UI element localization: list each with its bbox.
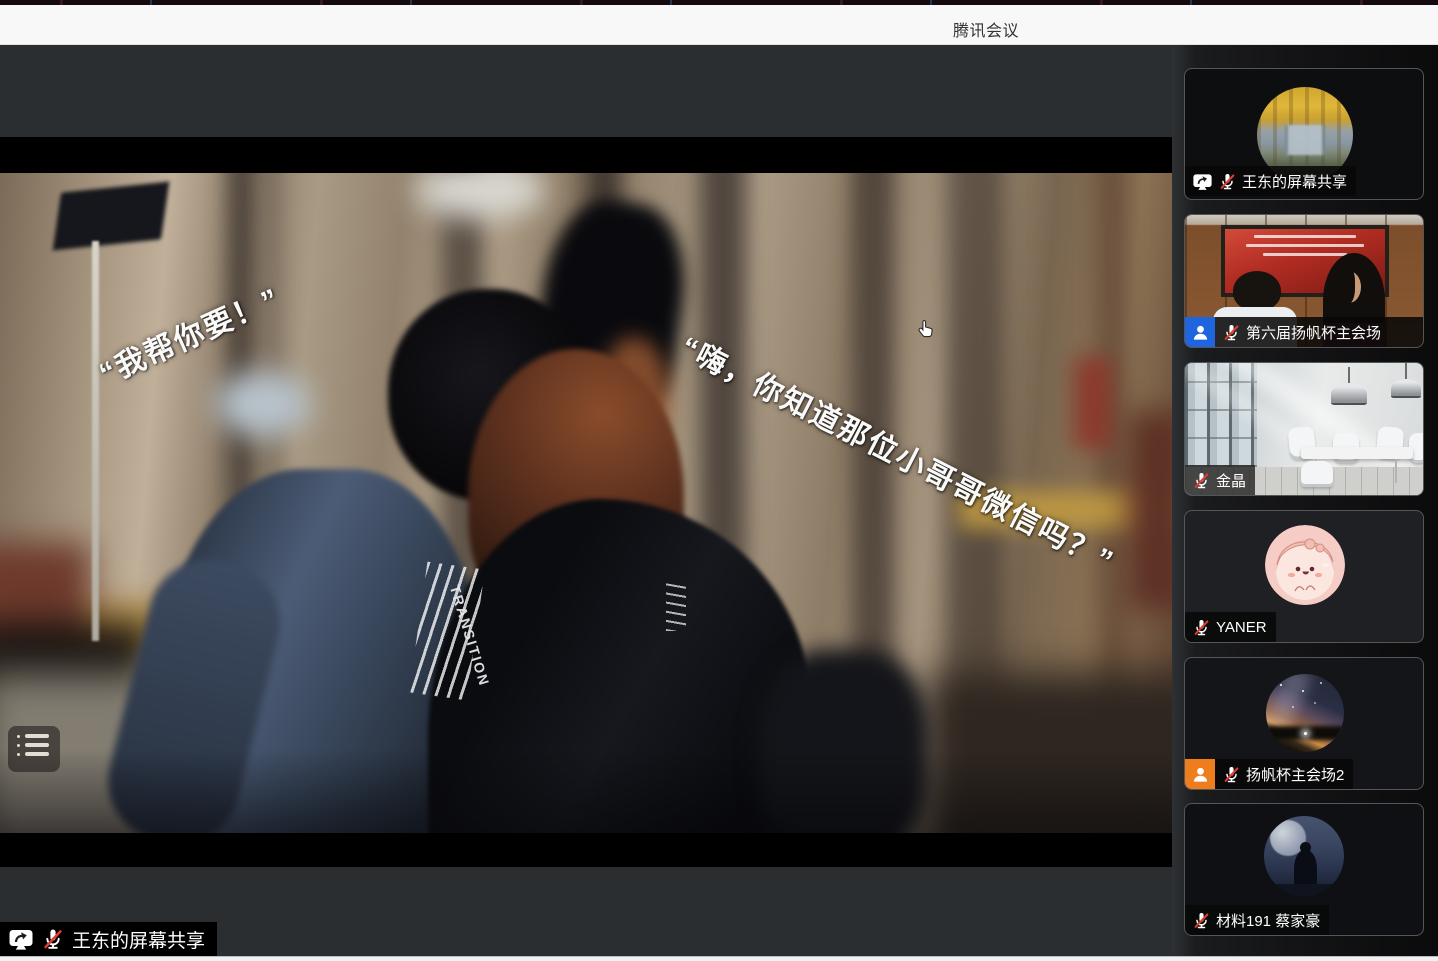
jacket-print-marks <box>666 583 686 631</box>
participant-name: 第六届扬帆杯主会场 <box>1246 322 1381 343</box>
participant-tile-yaner[interactable]: YANER <box>1184 510 1424 643</box>
presenter-name: 王东的屏幕共享 <box>72 926 205 953</box>
avatar-moon-night <box>1264 816 1344 896</box>
participant-label: 第六届扬帆杯主会场 <box>1185 317 1423 347</box>
presenter-label: 王东的屏幕共享 <box>0 922 217 956</box>
mic-muted-icon <box>1222 765 1241 784</box>
participant-label: 金晶 <box>1185 465 1255 495</box>
list-row <box>17 752 60 756</box>
background-blur <box>1128 411 1172 611</box>
solar-panel <box>53 182 170 251</box>
shared-screen-video[interactable]: TRANSITION “我帮你要！” “嗨，你知道那位小哥哥微信吗？” <box>0 137 1172 867</box>
office-chair <box>1301 461 1333 487</box>
screen-text-line <box>1263 253 1346 256</box>
taskbar-edge <box>0 956 1438 961</box>
participant-tile-main-venue[interactable]: 第六届扬帆杯主会场 <box>1184 214 1424 348</box>
person-silhouette-head <box>1300 842 1311 853</box>
screen-text-line <box>1246 244 1364 247</box>
sea-horizon <box>1264 884 1344 896</box>
screen-text-line <box>1254 235 1356 238</box>
mic-muted-icon <box>41 927 65 951</box>
background-blur <box>1074 357 1112 449</box>
video-content: TRANSITION “我帮你要！” “嗨，你知道那位小哥哥微信吗？” <box>0 173 1172 833</box>
mic-muted-icon <box>1192 618 1211 637</box>
list-row <box>17 734 60 738</box>
screen-share-icon <box>1192 172 1213 191</box>
mic-muted-icon <box>1222 323 1241 342</box>
window-title: 腾讯会议 <box>953 17 1019 41</box>
participant-name: 金晶 <box>1216 470 1246 491</box>
flashlight-dot <box>1304 732 1307 735</box>
member-badge-icon <box>1185 317 1215 347</box>
pendant-lamp <box>1391 363 1421 398</box>
participant-tile-venue2[interactable]: 扬帆杯主会场2 <box>1184 657 1424 790</box>
stars <box>1280 684 1282 686</box>
participants-sidebar: 王东的屏幕共享 <box>1172 45 1438 961</box>
avatar-milky-way <box>1266 674 1344 752</box>
table-leg <box>1395 459 1397 483</box>
hand-cursor-icon <box>918 319 934 338</box>
playlist-icon[interactable] <box>8 726 60 772</box>
pendant-lamp <box>1331 367 1367 405</box>
main-stage[interactable]: TRANSITION “我帮你要！” “嗨，你知道那位小哥哥微信吗？” <box>0 45 1172 961</box>
mic-muted-icon <box>1192 471 1211 490</box>
participant-label: 王东的屏幕共享 <box>1185 166 1356 196</box>
office-table <box>1301 447 1413 459</box>
avatar-pink-blob <box>1265 525 1345 605</box>
participant-label: YANER <box>1185 612 1276 642</box>
participant-tile-caijiahao[interactable]: 材料191 蔡家豪 <box>1184 803 1424 936</box>
participant-name: 材料191 蔡家豪 <box>1216 910 1320 931</box>
venue-woman-bangs <box>1335 265 1355 305</box>
window-titlebar[interactable]: 腾讯会议 <box>0 5 1438 45</box>
venue-man <box>1233 271 1281 311</box>
background-blur <box>215 371 311 437</box>
participant-name: 王东的屏幕共享 <box>1242 171 1347 192</box>
participant-name: 扬帆杯主会场2 <box>1246 764 1344 785</box>
avatar-building <box>1285 125 1325 155</box>
mic-muted-icon <box>1218 172 1237 191</box>
light-pole <box>92 241 99 641</box>
list-row <box>17 743 60 747</box>
bottom-vignette <box>0 749 1172 833</box>
mic-muted-icon <box>1192 911 1211 930</box>
participant-name: YANER <box>1216 619 1267 636</box>
tencent-meeting-window: 腾讯会议 <box>0 0 1438 961</box>
participant-tile-screen-share[interactable]: 王东的屏幕共享 <box>1184 68 1424 200</box>
participant-label: 材料191 蔡家豪 <box>1185 905 1329 935</box>
background-blur <box>415 173 545 219</box>
participant-label: 扬帆杯主会场2 <box>1185 759 1353 789</box>
participant-tile-jinjing[interactable]: 金晶 <box>1184 362 1424 496</box>
screen-share-icon <box>8 927 34 951</box>
member-badge-icon <box>1185 759 1215 789</box>
